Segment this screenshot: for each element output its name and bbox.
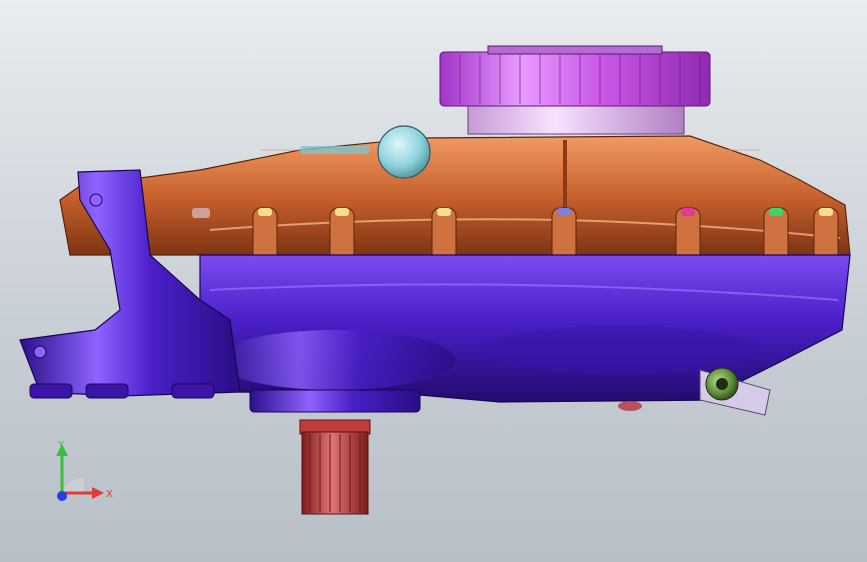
x-axis-label: X	[106, 489, 113, 500]
lower-housing[interactable]	[199, 254, 851, 403]
z-axis-dot	[57, 491, 67, 501]
y-axis-label: Y	[57, 440, 65, 451]
graphics-viewport[interactable]: Y X	[0, 0, 867, 562]
x-arrow-icon	[92, 487, 104, 499]
axis-triad: Y X	[56, 440, 113, 501]
output-shaft[interactable]	[249, 389, 421, 515]
triad-plane	[62, 477, 84, 493]
top-gear[interactable]	[439, 45, 711, 135]
gearbox-3d-model[interactable]	[0, 0, 867, 562]
